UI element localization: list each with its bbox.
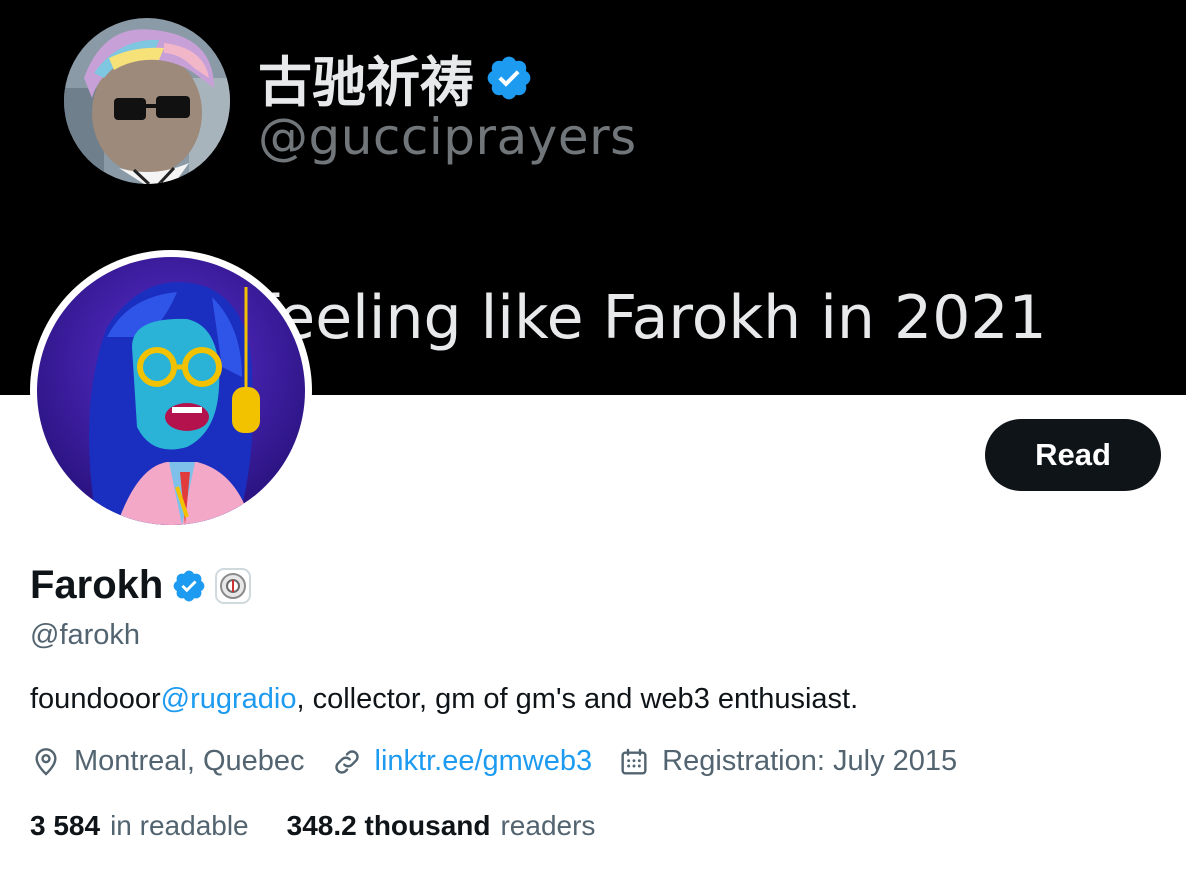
- profile-bio: foundooor@rugradio, collector, gm of gm'…: [30, 683, 858, 716]
- verified-badge-icon: [487, 56, 531, 99]
- banner-name-text: 古驰祈祷: [258, 51, 474, 114]
- location-item: Montreal, Quebec: [30, 745, 305, 778]
- following-label: in readable: [110, 810, 249, 841]
- link-icon: [334, 749, 359, 774]
- profile-stats: 3 584 in readable 348.2 thousand readers: [30, 810, 633, 842]
- affiliate-badge-icon[interactable]: [215, 567, 252, 604]
- banner-handle: @gucciprayers: [258, 108, 637, 166]
- following-stat[interactable]: 3 584 in readable: [30, 810, 249, 842]
- profile-avatar[interactable]: [30, 250, 312, 532]
- website-item[interactable]: linktr.ee/gmweb3: [331, 745, 593, 778]
- location-text: Montreal, Quebec: [74, 745, 305, 777]
- following-count: 3 584: [30, 810, 101, 841]
- banner-display-name: 古驰祈祷: [258, 38, 534, 117]
- profile-handle: @farokh: [30, 619, 141, 651]
- location-pin-icon: [35, 747, 57, 776]
- profile-avatar-image: [37, 257, 305, 525]
- profile-meta: Montreal, Quebec linktr.ee/gmweb3 Regist…: [30, 745, 983, 778]
- bio-prefix: foundooor: [30, 683, 161, 715]
- joined-item: Registration: July 2015: [618, 745, 957, 778]
- read-button[interactable]: Read: [985, 419, 1161, 491]
- profile-name: Farokh: [30, 563, 164, 607]
- website-link[interactable]: linktr.ee/gmweb3: [375, 745, 593, 778]
- banner-avatar-image: [64, 18, 230, 184]
- verified-badge-icon: [173, 570, 205, 601]
- calendar-icon: [621, 748, 647, 775]
- followers-stat[interactable]: 348.2 thousand readers: [287, 810, 596, 842]
- banner-caption: p feeling like Farokh in 2021: [200, 283, 1047, 353]
- joined-text: Registration: July 2015: [662, 745, 958, 777]
- bio-mention-link[interactable]: @rugradio: [161, 683, 297, 715]
- followers-count: 348.2 thousand: [286, 810, 491, 841]
- profile-display-name: Farokh: [30, 563, 252, 608]
- followers-label: readers: [500, 810, 596, 841]
- bio-suffix: , collector, gm of gm's and web3 enthusi…: [296, 683, 859, 715]
